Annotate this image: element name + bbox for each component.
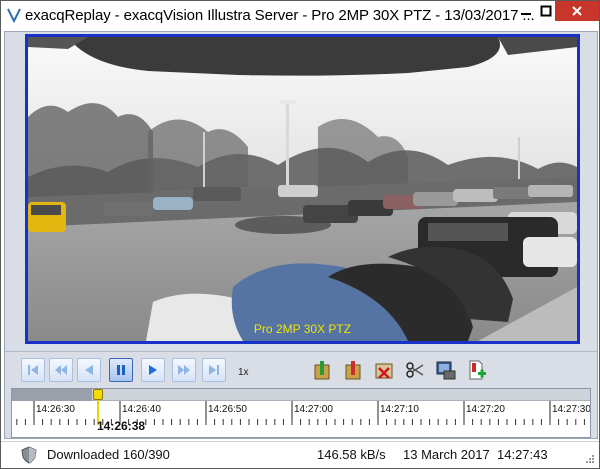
pause-button[interactable]	[109, 358, 133, 382]
playhead-time: 14:26:38	[97, 419, 146, 433]
add-bookmark-icon	[469, 360, 486, 380]
fast-forward-icon	[178, 365, 190, 375]
film-export-icon	[436, 361, 456, 380]
resize-grip-icon[interactable]	[581, 452, 595, 466]
status-date: 13 March 2017	[403, 447, 490, 462]
status-time: 14:27:43	[497, 447, 548, 462]
set-start-marker-button[interactable]	[310, 358, 334, 382]
playback-speed: 1x	[238, 367, 249, 378]
scissors-icon	[406, 362, 424, 378]
timeline-tick-label: 14:26:40	[122, 404, 161, 415]
end-marker-icon	[345, 361, 361, 380]
clear-markers-icon	[375, 363, 393, 379]
timeline[interactable]: 14:26:30 14:26:40 14:26:50 14:27:00 14:2…	[11, 388, 591, 438]
playback-toolbar: 1x	[5, 355, 597, 385]
play-icon	[149, 365, 157, 375]
start-marker-icon	[314, 361, 330, 380]
camera-name-overlay: Pro 2MP 30X PTZ	[253, 322, 352, 336]
fast-forward-button[interactable]	[172, 358, 196, 382]
add-bookmark-button[interactable]	[465, 358, 489, 382]
maximize-icon	[540, 5, 552, 17]
window-title: exacqReplay - exacqVision Illustra Serve…	[25, 7, 535, 24]
download-progress-text: Downloaded 160/390	[47, 447, 170, 462]
replay-window: exacqReplay - exacqVision Illustra Serve…	[0, 0, 600, 469]
close-icon	[572, 6, 582, 16]
skip-to-start-icon	[28, 365, 38, 375]
divider	[5, 351, 597, 352]
timeline-tick-label: 14:27:20	[466, 404, 505, 415]
video-panel[interactable]: Pro 2MP 30X PTZ	[25, 34, 580, 344]
timeline-tick-label: 14:27:30	[552, 404, 591, 415]
transfer-rate: 146.58 kB/s	[317, 447, 386, 462]
fast-rewind-button[interactable]	[49, 358, 73, 382]
play-button[interactable]	[141, 358, 165, 382]
status-bar: Downloaded 160/390 146.58 kB/s 13 March …	[1, 441, 599, 468]
camera-video-image	[28, 37, 577, 341]
skip-to-end-button[interactable]	[202, 358, 226, 382]
play-reverse-icon	[85, 365, 93, 375]
export-video-button[interactable]	[434, 358, 458, 382]
pause-icon	[117, 365, 125, 375]
play-reverse-button[interactable]	[77, 358, 101, 382]
title-bar[interactable]: exacqReplay - exacqVision Illustra Serve…	[1, 1, 599, 31]
timeline-tick-label: 14:27:00	[294, 404, 333, 415]
skip-to-start-button[interactable]	[21, 358, 45, 382]
timeline-tick-label: 14:26:30	[36, 404, 75, 415]
shield-icon	[21, 446, 37, 464]
set-end-marker-button[interactable]	[341, 358, 365, 382]
timeline-tick-label: 14:26:50	[208, 404, 247, 415]
playhead-handle[interactable]	[93, 389, 103, 400]
skip-to-end-icon	[209, 365, 219, 375]
timeline-tick-label: 14:27:10	[380, 404, 419, 415]
close-button[interactable]	[555, 1, 599, 21]
cut-clip-button[interactable]	[403, 358, 427, 382]
content-area: Pro 2MP 30X PTZ 1x 14:26:30 14:26:40 14:…	[4, 31, 598, 439]
fast-rewind-icon	[55, 365, 67, 375]
exacq-logo-icon	[7, 8, 21, 23]
clear-markers-button[interactable]	[372, 358, 396, 382]
